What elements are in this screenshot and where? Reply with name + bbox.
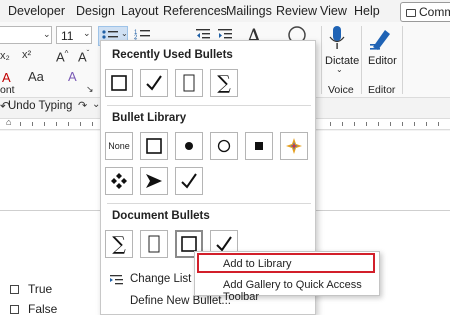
comment-icon (406, 9, 416, 17)
bullet-option-square[interactable] (140, 132, 168, 160)
hollow-circle-bullet-icon (217, 139, 231, 153)
group-separator (361, 26, 362, 94)
checkmark-bullet-icon (216, 236, 232, 252)
highlight-box (197, 253, 375, 273)
change-case-icon[interactable]: Aa (28, 69, 44, 84)
tab-mailings[interactable]: Mailings (226, 4, 272, 18)
section-divider (107, 105, 311, 106)
superscript-icon[interactable]: x² (22, 49, 31, 61)
diamond-cluster-bullet-icon (111, 173, 127, 189)
font-group-label: ont (0, 84, 15, 96)
bullet-option-empty-box[interactable] (140, 230, 168, 258)
checkbox-bullet-icon (10, 305, 19, 314)
filled-circle-bullet-icon (185, 142, 193, 150)
sparkle-bullet-icon (286, 138, 302, 154)
redo-icon[interactable]: ↷ (78, 99, 87, 112)
list-item[interactable]: False (10, 302, 57, 315)
comments-label: Comme (419, 5, 450, 19)
bullet-option-filled-circle[interactable] (175, 132, 203, 160)
editor-icon[interactable] (369, 27, 393, 51)
shrink-font-icon[interactable]: Aˇ (78, 49, 89, 64)
square-bullet-icon (146, 138, 162, 154)
font-size-value: 11 (61, 29, 74, 43)
chevron-down-icon: ⌄ (83, 28, 91, 38)
tab-design[interactable]: Design (76, 4, 115, 18)
filled-square-bullet-icon (255, 142, 263, 150)
subscript-icon[interactable]: x₂ (0, 50, 10, 62)
clear-format-icon[interactable]: A (68, 69, 77, 84)
bullet-context-menu: Add to Library Add Gallery to Quick Acce… (194, 251, 380, 303)
tab-developer[interactable]: Developer (8, 4, 65, 18)
none-label: None (108, 141, 130, 151)
document-bullets-header: Document Bullets (112, 210, 210, 222)
undo-typing-label[interactable]: Undo Typing (8, 100, 72, 112)
bullet-option-square[interactable] (105, 69, 133, 97)
sigma-bullet-icon: ∑ (217, 71, 231, 94)
font-size-box[interactable]: 11 ⌄ (56, 26, 92, 44)
ribbon-tab-bar: Developer Design Layout References Maili… (0, 0, 450, 22)
dialog-launcher-icon[interactable]: ↘ (86, 84, 94, 95)
indent-marker-icon[interactable]: ⌂ (6, 117, 11, 127)
font-color-icon[interactable]: A (2, 70, 11, 85)
bullet-option-none[interactable]: None (105, 132, 133, 160)
chevron-down-icon[interactable]: ⌄ (336, 65, 343, 74)
group-separator (402, 26, 403, 94)
bullet-option-hollow-circle[interactable] (210, 132, 238, 160)
recently-used-header: Recently Used Bullets (112, 49, 233, 61)
list-level-icon (110, 275, 123, 285)
square-bullet-icon (111, 75, 127, 91)
add-gallery-to-qat-item[interactable]: Add Gallery to Quick Access Toolbar (195, 275, 379, 303)
bullet-library-header: Bullet Library (112, 112, 187, 124)
arrowhead-bullet-icon (146, 174, 162, 188)
font-name-box[interactable]: ⌄ (0, 26, 52, 44)
empty-box-bullet-icon (183, 74, 195, 92)
bullet-option-diamond-cluster[interactable] (105, 167, 133, 195)
chevron-down-icon: ⌄ (121, 29, 128, 38)
bullet-option-checkmark[interactable] (140, 69, 168, 97)
checkmark-bullet-icon (146, 75, 162, 91)
grow-font-icon[interactable]: A^ (56, 49, 68, 64)
bullet-option-sigma[interactable]: ∑ (210, 69, 238, 97)
bullet-option-empty-box[interactable] (175, 69, 203, 97)
section-divider (107, 203, 311, 204)
bullet-option-filled-square[interactable] (245, 132, 273, 160)
bullet-option-arrowhead[interactable] (140, 167, 168, 195)
tab-review[interactable]: Review (276, 4, 317, 18)
tab-help[interactable]: Help (354, 4, 380, 18)
bullet-option-sparkle[interactable] (280, 132, 308, 160)
checkbox-bullet-icon (10, 285, 19, 294)
editor-group-label: Editor (368, 84, 396, 96)
list-item[interactable]: True (10, 282, 52, 296)
voice-group-label: Voice (328, 84, 354, 96)
square-bullet-icon (181, 236, 197, 252)
microphone-icon[interactable] (329, 26, 345, 52)
bullet-option-checkmark[interactable] (175, 167, 203, 195)
editor-button-label[interactable]: Editor (368, 55, 397, 67)
tab-view[interactable]: View (320, 4, 347, 18)
comments-button[interactable]: Comme (400, 2, 450, 22)
tab-layout[interactable]: Layout (121, 4, 159, 18)
bullet-option-sigma[interactable]: ∑ (105, 230, 133, 258)
checkmark-bullet-icon (181, 173, 197, 189)
chevron-down-icon: ⌄ (43, 29, 51, 39)
group-separator (321, 26, 322, 94)
tab-references[interactable]: References (163, 4, 227, 18)
empty-box-bullet-icon (148, 235, 160, 253)
sigma-bullet-icon: ∑ (112, 232, 126, 255)
